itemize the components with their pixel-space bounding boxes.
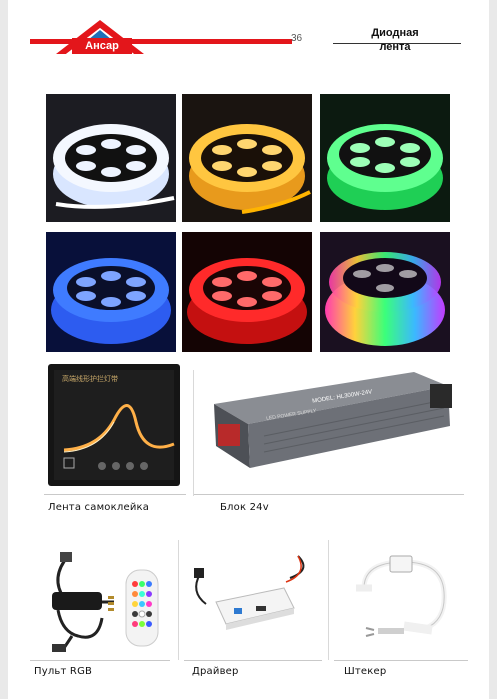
yellow-led-strip-reel xyxy=(182,94,312,222)
caption-remote: Пульт RGB xyxy=(34,666,93,677)
green-led-strip-reel xyxy=(320,94,450,222)
page-number: 36 xyxy=(291,33,303,44)
divider-row3 xyxy=(193,370,194,496)
rgb-led-strip-reel xyxy=(320,232,450,360)
title-line-1: Диодная xyxy=(371,27,419,39)
logo-text: Ансар xyxy=(72,38,132,54)
divider-row4-a xyxy=(178,540,179,660)
self-adhesive-tape-box: 高端线形护拦灯带 xyxy=(44,360,184,490)
title-underline xyxy=(333,43,461,44)
rgb-driver xyxy=(186,548,326,656)
catalog-page: Ансар 36 Диодная лента 高端线形护拦灯带 MODEL: H… xyxy=(8,0,489,699)
caption-rule-tape xyxy=(44,494,186,495)
power-supply-24v: MODEL: HL300W-24V LED POWER SUPPLY xyxy=(204,364,466,484)
red-led-strip-reel xyxy=(182,232,312,360)
blue-led-strip-reel xyxy=(46,232,176,360)
page-title: Диодная лента xyxy=(330,26,460,54)
white-led-strip-reel xyxy=(46,94,176,222)
caption-plug: Штекер xyxy=(344,666,387,677)
connector-plug xyxy=(334,548,468,656)
caption-driver: Драйвер xyxy=(192,666,239,677)
caption-rule-remote xyxy=(30,660,170,661)
divider-row4-b xyxy=(328,540,329,660)
caption-rule-psu xyxy=(194,494,464,495)
caption-rule-plug xyxy=(334,660,468,661)
caption-rule-driver xyxy=(184,660,322,661)
box-header-text: 高端线形护拦灯带 xyxy=(62,375,118,383)
caption-psu: Блок 24v xyxy=(220,502,269,513)
rgb-remote-controller xyxy=(38,548,178,656)
caption-tape: Лента самоклейка xyxy=(48,502,150,513)
